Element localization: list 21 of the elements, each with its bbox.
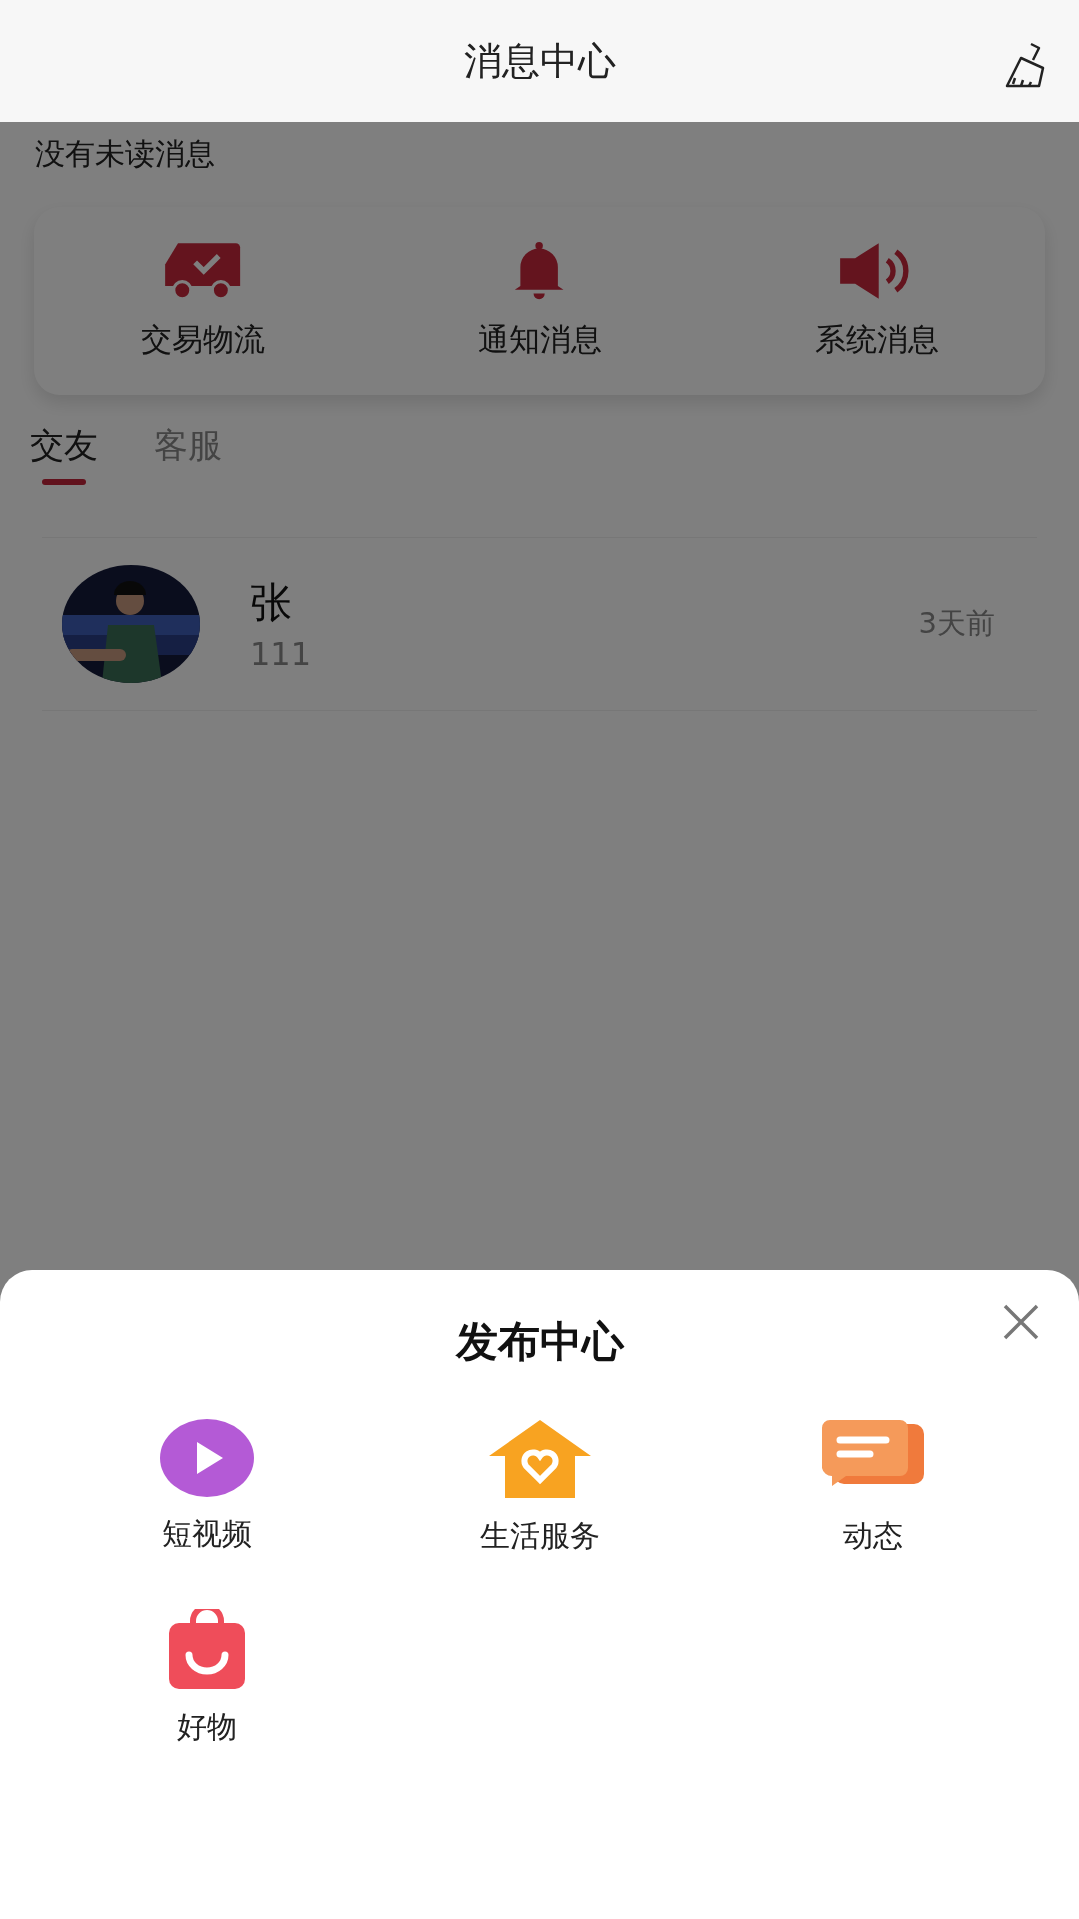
quick-action-button[interactable]: 通知消息: [371, 207, 708, 395]
sheet-title: 发布中心: [455, 1316, 624, 1368]
message-time: 3天前: [918, 605, 995, 642]
play-icon: [158, 1418, 255, 1498]
tab[interactable]: 交友: [30, 423, 98, 485]
quick-action-button[interactable]: 系统消息: [708, 207, 1045, 395]
close-button[interactable]: [1001, 1302, 1041, 1342]
contact-name: 张: [250, 577, 293, 629]
message-preview: 111: [250, 635, 313, 673]
header-title: 消息中心: [463, 37, 616, 85]
tab-indicator: [42, 479, 86, 485]
status-text: 没有未读消息: [35, 135, 216, 173]
quick-action-button[interactable]: 交易物流: [34, 207, 371, 395]
publish-option[interactable]: 短视频: [40, 1418, 373, 1557]
publish-option[interactable]: 生活服务: [373, 1418, 706, 1557]
publish-option[interactable]: 好物: [40, 1609, 373, 1748]
publish-option[interactable]: 动态: [706, 1418, 1039, 1557]
conversation-row[interactable]: 张 111 3天前: [42, 537, 1037, 711]
truck-icon: [162, 241, 243, 301]
close-icon: [1001, 1302, 1041, 1342]
shopping-bag-icon: [166, 1609, 247, 1691]
